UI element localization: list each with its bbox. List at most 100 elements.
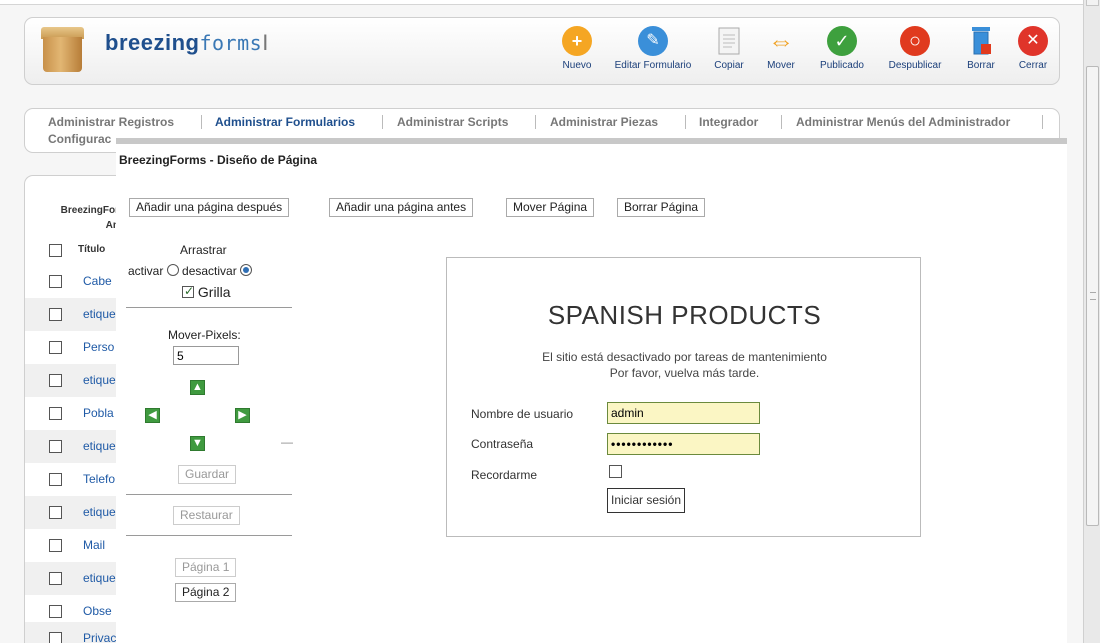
page-preview-canvas: SPANISH PRODUCTS El sitio está desactiva… [446,257,921,537]
maintenance-message-2: Por favor, vuelva más tarde. [609,366,760,380]
row-checkbox[interactable] [49,440,62,453]
box-logo-icon [41,27,84,72]
grid-toggle[interactable]: Grilla [182,284,231,300]
page-1-button[interactable]: Página 1 [175,558,237,577]
copiar-button[interactable]: Copiar [711,26,747,71]
copy-icon [714,26,744,56]
remember-label: Recordarme [471,468,538,482]
login-button[interactable]: Iniciar sesión [607,488,686,513]
vertical-scrollbar[interactable] [1083,0,1100,643]
tab-separator [685,115,686,129]
top-border [0,0,1083,5]
despublicar-button[interactable]: ○ Despublicar [882,26,948,71]
borrar-button[interactable]: Borrar [963,26,999,71]
tab-administrar-scripts[interactable]: Administrar Scripts [397,115,508,129]
tab-separator [382,115,383,129]
arrow-left-icon[interactable]: ◀ [145,408,160,423]
row-checkbox[interactable] [49,407,62,420]
tab-administrar-piezas[interactable]: Administrar Piezas [550,115,658,129]
page-2-button[interactable]: Página 2 [175,583,237,602]
forms-list-panel: BreezingFor An Título Cabe etique Perso … [24,175,125,643]
plus-icon: + [562,26,592,56]
divider [126,494,292,495]
row-checkbox[interactable] [49,308,62,321]
tab-configuracion[interactable]: Configurac [48,132,111,146]
grip-icon [1090,292,1096,300]
row-checkbox[interactable] [49,341,62,354]
deactivate-label: desactivar [182,264,237,278]
check-icon: ✓ [827,26,857,56]
arrow-down-icon[interactable]: ▼ [190,436,205,451]
brand-logo: breezingformsI [105,30,269,55]
move-pixels-input[interactable] [173,346,239,365]
table-row[interactable]: Telefo [25,463,125,496]
table-header-row: Título [25,234,125,267]
grid-label: Grilla [197,284,231,300]
table-row[interactable]: Mail [25,529,125,562]
restore-button[interactable]: Restaurar [173,506,240,525]
publicado-button[interactable]: ✓ Publicado [814,26,870,71]
divider [126,535,292,536]
tab-administrar-formularios[interactable]: Administrar Formularios [215,115,355,129]
tab-separator [201,115,202,129]
row-checkbox[interactable] [49,506,62,519]
activate-label: activar [128,264,164,278]
arrow-up-icon[interactable]: ▲ [190,380,205,395]
table-row[interactable]: etique [25,430,125,463]
site-title: SPANISH PRODUCTS [547,300,822,330]
add-page-before-button[interactable]: Añadir una página antes [329,198,474,217]
table-row[interactable]: etique [25,562,125,595]
remember-checkbox[interactable] [609,465,622,478]
list-title: BreezingFor An [60,205,119,231]
table-row[interactable]: etique [25,496,125,529]
drag-label: Arrastrar [180,243,227,257]
activate-radio[interactable] [166,264,179,276]
deactivate-radio[interactable] [240,264,253,276]
tab-administrar-menus[interactable]: Administrar Menús del Administrador [796,115,1010,129]
row-checkbox[interactable] [49,473,62,486]
tab-integrador[interactable]: Integrador [699,115,758,129]
password-label: Contraseña [471,437,534,451]
cerrar-button[interactable]: ✕ Cerrar [1015,26,1051,71]
row-checkbox[interactable] [49,374,62,387]
drag-mode-group: activar desactivar [128,264,253,278]
row-checkbox[interactable] [49,605,62,618]
password-input[interactable]: •••••••••••• [607,433,760,455]
table-row[interactable]: etique [25,364,125,397]
tab-separator [1042,115,1043,129]
row-checkbox[interactable] [49,275,62,288]
move-pixels-label: Mover-Pixels: [168,328,241,342]
mover-button[interactable]: ⇔ Mover [763,26,799,71]
save-button[interactable]: Guardar [178,465,237,484]
page-design-dialog: BreezingForms - Diseño de Página Añadir … [116,138,1067,643]
row-checkbox[interactable] [49,539,62,552]
column-title-header[interactable]: Título [78,244,118,255]
dash-mark: — [281,435,293,449]
select-all-checkbox[interactable] [49,244,62,257]
table-row[interactable]: Cabe [25,265,125,298]
scrollbar-thumb[interactable] [1086,66,1099,526]
dialog-title: BreezingForms - Diseño de Página [119,153,318,167]
username-input[interactable] [607,402,760,424]
unpublish-icon: ○ [900,26,930,56]
scroll-track-top [1086,0,1099,6]
add-page-after-button[interactable]: Añadir una página después [129,198,290,217]
table-row[interactable]: Privac [25,622,125,643]
table-row[interactable]: etique [25,298,125,331]
divider [126,307,292,308]
tab-administrar-registros[interactable]: Administrar Registros [48,115,174,129]
username-label: Nombre de usuario [471,407,574,421]
tab-separator [535,115,536,129]
row-checkbox[interactable] [49,632,62,643]
header-toolbar: breezingformsI + Nuevo ✎ Editar Formular… [24,17,1060,85]
table-row[interactable]: Perso [25,331,125,364]
editar-formulario-button[interactable]: ✎ Editar Formulario [608,26,698,71]
row-checkbox[interactable] [49,572,62,585]
table-row[interactable]: Pobla [25,397,125,430]
arrow-right-icon[interactable]: ▶ [235,408,250,423]
grid-checkbox[interactable] [182,284,194,298]
nuevo-button[interactable]: + Nuevo [557,26,597,71]
move-arrows-icon: ⇔ [768,26,794,56]
delete-page-button[interactable]: Borrar Página [617,198,706,217]
move-page-button[interactable]: Mover Página [506,198,595,217]
